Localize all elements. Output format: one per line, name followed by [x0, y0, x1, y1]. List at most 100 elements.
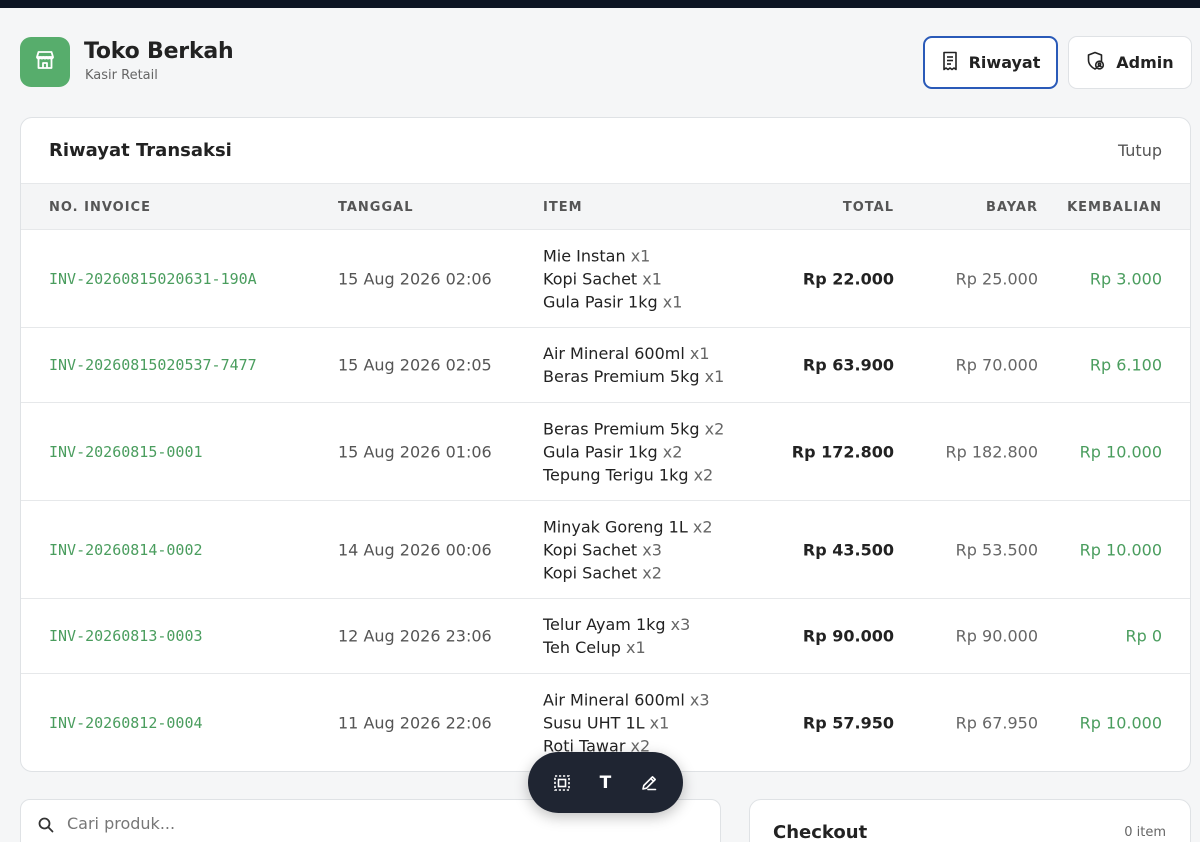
item-name: Telur Ayam 1kg: [543, 615, 666, 634]
item-line: Telur Ayam 1kg x3: [543, 613, 690, 636]
item-line: Gula Pasir 1kg x1: [543, 290, 682, 313]
table-header: NO. INVOICE TANGGAL ITEM TOTAL BAYAR KEM…: [21, 183, 1190, 230]
item-name: Teh Celup: [543, 638, 621, 657]
invoice-number[interactable]: INV-20260815020537-7477: [49, 356, 257, 374]
table-row[interactable]: INV-20260815020631-190A 15 Aug 2026 02:0…: [21, 230, 1190, 328]
table-row[interactable]: INV-20260815020537-7477 15 Aug 2026 02:0…: [21, 328, 1190, 403]
store-subtitle: Kasir Retail: [85, 68, 158, 83]
item-name: Tepung Terigu 1kg: [543, 465, 689, 484]
change-amount: Rp 6.100: [1089, 355, 1162, 375]
item-line: Beras Premium 5kg x1: [543, 365, 724, 388]
item-line: Tepung Terigu 1kg x2: [543, 463, 724, 486]
item-name: Gula Pasir 1kg: [543, 442, 658, 461]
amount-paid: Rp 25.000: [955, 269, 1038, 288]
invoice-number[interactable]: INV-20260815-0001: [49, 443, 203, 461]
transaction-total: Rp 172.800: [791, 442, 894, 461]
column-header-kembalian: KEMBALIAN: [1067, 200, 1162, 215]
transaction-history-panel: Riwayat Transaksi Tutup NO. INVOICE TANG…: [20, 117, 1191, 772]
floating-toolbar: T: [528, 752, 683, 813]
checkout-panel: Checkout 0 item: [749, 799, 1191, 842]
column-header-item: ITEM: [543, 200, 583, 215]
item-list: Mie Instan x1 Kopi Sachet x1 Gula Pasir …: [543, 244, 682, 313]
item-qty: x2: [693, 465, 714, 484]
pencil-edit-icon[interactable]: [633, 767, 665, 799]
transaction-total: Rp 57.950: [802, 713, 894, 733]
item-list: Air Mineral 600ml x3 Susu UHT 1L x1 Roti…: [543, 689, 710, 758]
item-list: Beras Premium 5kg x2 Gula Pasir 1kg x2 T…: [543, 417, 724, 486]
admin-button[interactable]: Admin: [1068, 36, 1192, 89]
amount-paid: Rp 70.000: [955, 355, 1038, 375]
item-qty: x1: [625, 638, 646, 657]
column-header-bayar: BAYAR: [986, 200, 1038, 215]
change-amount: Rp 3.000: [1089, 269, 1162, 288]
store-name: Toko Berkah: [84, 39, 234, 64]
transaction-date: 15 Aug 2026 02:05: [338, 355, 492, 375]
item-list: Telur Ayam 1kg x3 Teh Celup x1: [543, 613, 690, 659]
item-list: Minyak Goreng 1L x2 Kopi Sachet x3 Kopi …: [543, 515, 713, 584]
amount-paid: Rp 182.800: [945, 442, 1038, 461]
table-row[interactable]: INV-20260814-0002 14 Aug 2026 00:06 Miny…: [21, 501, 1190, 599]
product-search-input[interactable]: [67, 814, 687, 833]
riwayat-button[interactable]: Riwayat: [923, 36, 1058, 89]
receipt-icon: [941, 51, 959, 75]
item-qty: x2: [662, 442, 683, 461]
item-qty: x1: [704, 367, 725, 386]
invoice-number[interactable]: INV-20260812-0004: [49, 714, 203, 732]
item-name: Beras Premium 5kg: [543, 367, 700, 386]
item-line: Mie Instan x1: [543, 244, 682, 267]
table-row[interactable]: INV-20260815-0001 15 Aug 2026 01:06 Bera…: [21, 403, 1190, 501]
column-header-total: TOTAL: [842, 200, 894, 215]
transaction-date: 12 Aug 2026 23:06: [338, 626, 492, 646]
item-line: Kopi Sachet x2: [543, 561, 713, 584]
item-line: Minyak Goreng 1L x2: [543, 515, 713, 538]
table-row[interactable]: INV-20260813-0003 12 Aug 2026 23:06 Telu…: [21, 599, 1190, 674]
item-name: Kopi Sachet: [543, 540, 638, 559]
change-amount: Rp 10.000: [1079, 713, 1162, 733]
item-name: Kopi Sachet: [543, 563, 638, 582]
item-line: Air Mineral 600ml x3: [543, 689, 710, 712]
invoice-number[interactable]: INV-20260813-0003: [49, 627, 203, 645]
amount-paid: Rp 53.500: [955, 540, 1038, 559]
item-qty: x3: [670, 615, 691, 634]
select-frame-icon[interactable]: [546, 767, 578, 799]
invoice-number[interactable]: INV-20260815020631-190A: [49, 270, 257, 288]
top-bar: [0, 0, 1200, 8]
item-line: Susu UHT 1L x1: [543, 712, 710, 735]
item-line: Teh Celup x1: [543, 636, 690, 659]
transaction-total: Rp 90.000: [802, 626, 894, 646]
item-qty: x1: [689, 344, 710, 363]
column-header-date: TANGGAL: [338, 200, 414, 215]
item-name: Air Mineral 600ml: [543, 344, 685, 363]
checkout-title: Checkout: [773, 822, 868, 842]
panel-title: Riwayat Transaksi: [49, 140, 232, 161]
item-line: Gula Pasir 1kg x2: [543, 440, 724, 463]
item-name: Minyak Goreng 1L: [543, 517, 688, 536]
item-qty: x1: [662, 292, 683, 311]
item-name: Gula Pasir 1kg: [543, 292, 658, 311]
item-qty: x2: [692, 517, 713, 536]
item-line: Kopi Sachet x3: [543, 538, 713, 561]
amount-paid: Rp 90.000: [955, 626, 1038, 646]
item-qty: x3: [689, 690, 710, 710]
close-link[interactable]: Tutup: [1118, 141, 1162, 160]
invoice-number[interactable]: INV-20260814-0002: [49, 541, 203, 559]
item-line: Kopi Sachet x1: [543, 267, 682, 290]
item-name: Beras Premium 5kg: [543, 419, 700, 438]
storefront-icon: [33, 48, 57, 76]
item-qty: x2: [642, 563, 662, 582]
store-logo: [20, 37, 70, 87]
item-name: Susu UHT 1L: [543, 713, 645, 733]
item-name: Kopi Sachet: [543, 269, 638, 288]
transaction-total: Rp 63.900: [802, 355, 894, 375]
item-qty: x1: [642, 269, 662, 288]
item-name: Air Mineral 600ml: [543, 690, 685, 710]
transaction-total: Rp 43.500: [802, 540, 894, 559]
text-icon[interactable]: T: [589, 767, 621, 799]
admin-button-label: Admin: [1116, 53, 1174, 72]
item-qty: x2: [704, 419, 725, 438]
item-qty: x3: [642, 540, 662, 559]
item-qty: x1: [649, 713, 670, 733]
transaction-total: Rp 22.000: [802, 269, 894, 288]
change-amount: Rp 0: [1125, 626, 1162, 646]
checkout-item-count: 0 item: [1124, 825, 1166, 840]
